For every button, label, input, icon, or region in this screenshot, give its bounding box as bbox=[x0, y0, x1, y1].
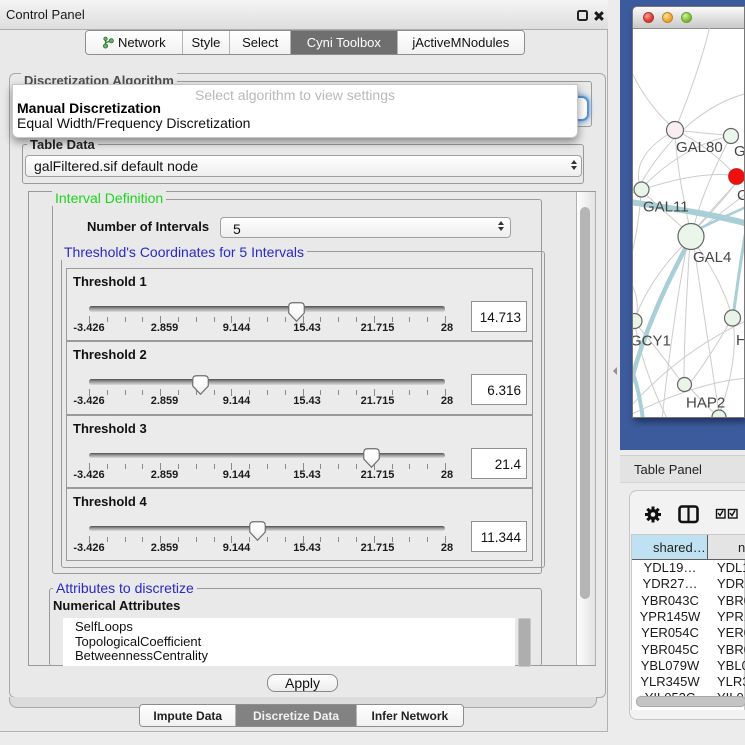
svg-text:GAL80: GAL80 bbox=[676, 139, 723, 156]
svg-text:H: H bbox=[736, 332, 744, 349]
svg-text:C: C bbox=[737, 187, 744, 204]
svg-text:GCY1: GCY1 bbox=[633, 333, 671, 350]
svg-text:GAL4: GAL4 bbox=[693, 249, 731, 266]
svg-text:GAL11: GAL11 bbox=[643, 199, 689, 216]
svg-text:GA: GA bbox=[734, 143, 744, 160]
svg-text:HAP2: HAP2 bbox=[686, 395, 725, 412]
